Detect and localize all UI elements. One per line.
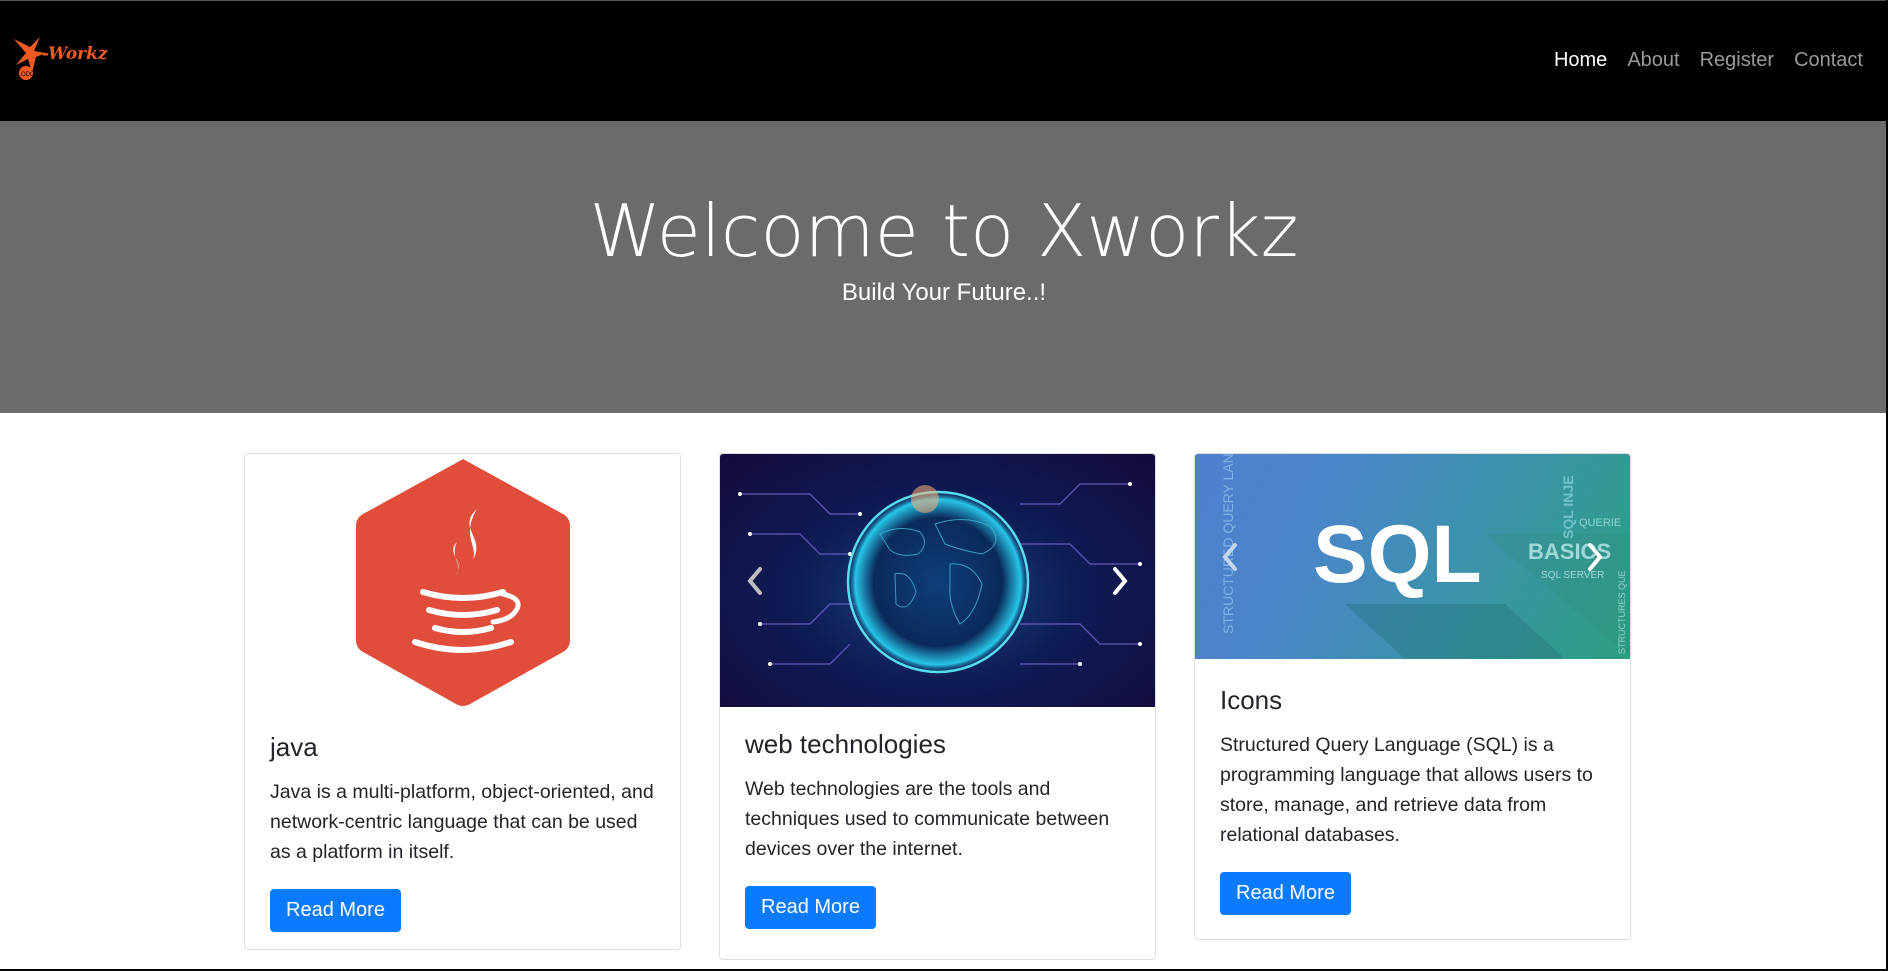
hero-title: Welcome to Xworkz — [589, 189, 1299, 273]
card-text: Web technologies are the tools and techn… — [745, 778, 1110, 860]
card-title: Icons — [1220, 685, 1283, 715]
chevron-left-icon — [1222, 542, 1237, 571]
course-card-web-technologies: web technologies Web technologies are th… — [719, 453, 1156, 960]
card-image — [245, 454, 680, 708]
carousel-prev-button[interactable] — [1215, 537, 1245, 577]
card-body: web technologies Web technologies are th… — [720, 729, 1155, 929]
carousel-next-button[interactable] — [1580, 537, 1610, 577]
nav-link-register[interactable]: Register — [1700, 49, 1774, 72]
hero-banner: Welcome to Xworkz Build Your Future..! — [0, 121, 1888, 413]
read-more-button[interactable]: Read More — [1220, 872, 1351, 915]
read-more-button[interactable]: Read More — [745, 886, 876, 929]
nav-menu: Home About Register Contact — [1554, 49, 1863, 72]
sql-banner-image: STRUCTURED QUERY LANGUAGE SQL INJE QUERI… — [1220, 454, 1630, 659]
card-body: java Java is a multi-platform, object-or… — [245, 732, 680, 932]
xworkz-logo-icon: ODC -Workz — [14, 37, 108, 80]
card-text: Java is a multi-platform, object-oriente… — [270, 781, 654, 863]
carousel-prev-button[interactable] — [740, 561, 770, 601]
svg-text:STRUCTURES QUE: STRUCTURES QUE — [1617, 570, 1627, 654]
card-carousel — [720, 454, 1155, 707]
svg-text:SQL: SQL — [1313, 509, 1482, 600]
chevron-left-icon — [747, 566, 762, 595]
java-logo-icon — [356, 459, 570, 706]
card-text: Structured Query Language (SQL) is a pro… — [1220, 734, 1593, 846]
brand-logo[interactable]: ODC -Workz — [12, 35, 112, 85]
svg-text:QUERIE: QUERIE — [1579, 517, 1621, 529]
card-carousel: STRUCTURED QUERY LANGUAGE SQL INJE QUERI… — [1195, 454, 1630, 659]
svg-text:ODC: ODC — [21, 72, 35, 78]
course-card-sql: STRUCTURED QUERY LANGUAGE SQL INJE QUERI… — [1194, 453, 1631, 940]
carousel-next-button[interactable] — [1105, 561, 1135, 601]
chevron-right-icon — [1113, 566, 1128, 595]
globe-network-image — [738, 482, 1142, 674]
card-title: java — [270, 732, 318, 762]
chevron-right-icon — [1588, 542, 1603, 571]
svg-text:SQL INJE: SQL INJE — [1560, 475, 1576, 539]
nav-link-home[interactable]: Home — [1554, 49, 1607, 72]
nav-link-contact[interactable]: Contact — [1794, 49, 1863, 72]
read-more-button[interactable]: Read More — [270, 889, 401, 932]
card-body: Icons Structured Query Language (SQL) is… — [1195, 685, 1630, 915]
navbar: ODC -Workz Home About Register Contact — [0, 0, 1888, 121]
nav-link-about[interactable]: About — [1627, 49, 1679, 72]
svg-text:-Workz: -Workz — [42, 44, 108, 64]
card-title: web technologies — [745, 729, 946, 759]
course-card-java: java Java is a multi-platform, object-or… — [244, 453, 681, 950]
hero-subtitle: Build Your Future..! — [841, 279, 1047, 306]
